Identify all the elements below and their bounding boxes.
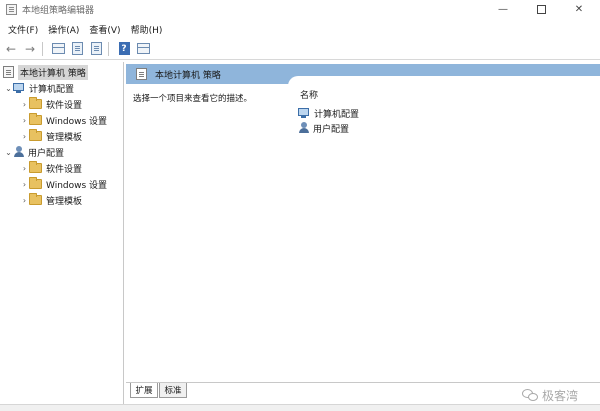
- tree-item-label: Windows 设置: [46, 180, 108, 191]
- status-bar: [0, 404, 600, 411]
- chevron-right-icon[interactable]: ›: [20, 196, 29, 205]
- chevron-right-icon[interactable]: ›: [20, 116, 29, 125]
- tree-item-label: 本地计算机 策略: [18, 64, 88, 80]
- chevron-down-icon[interactable]: ⌄: [4, 84, 13, 93]
- help-button[interactable]: ?: [116, 41, 132, 57]
- console-tree: 本地计算机 策略 ⌄ 计算机配置 › 软件设置 › Windows 设置 › 管…: [0, 62, 124, 404]
- view-button[interactable]: [135, 41, 151, 57]
- tab-standard[interactable]: 标准: [159, 383, 187, 398]
- chevron-down-icon[interactable]: ⌄: [4, 148, 13, 157]
- policy-icon: [136, 68, 147, 80]
- export-list-icon: [90, 42, 102, 55]
- tree-item-user-software[interactable]: › 软件设置: [20, 160, 82, 176]
- menu-action[interactable]: 操作(A): [43, 23, 84, 36]
- show-hide-tree-button[interactable]: [50, 41, 66, 57]
- watermark-text: 极客湾: [542, 388, 579, 403]
- view-icon: [136, 43, 150, 54]
- list-item-label: 用户配置: [313, 124, 350, 135]
- list-item-computer-config[interactable]: 计算机配置: [298, 106, 359, 120]
- minimize-button[interactable]: —: [484, 0, 522, 18]
- folder-icon: [29, 97, 42, 109]
- tree-item-label: 用户配置: [28, 148, 65, 159]
- tree-item-label: Windows 设置: [46, 116, 108, 127]
- window-title: 本地组策略编辑器: [22, 5, 95, 16]
- toolbar: ← → ?: [0, 38, 600, 60]
- back-button[interactable]: ←: [3, 41, 19, 57]
- description-text: 选择一个项目来查看它的描述。: [133, 94, 253, 104]
- computer-icon: [13, 82, 26, 94]
- chevron-right-icon[interactable]: ›: [20, 100, 29, 109]
- menu-view[interactable]: 查看(V): [84, 23, 125, 36]
- items-list: 名称 计算机配置 用户配置: [288, 76, 600, 380]
- tree-item-user-config[interactable]: ⌄ 用户配置: [4, 144, 64, 160]
- menu-file[interactable]: 文件(F): [3, 23, 43, 36]
- help-icon: ?: [118, 42, 130, 55]
- policy-icon: [3, 66, 14, 78]
- forward-button[interactable]: →: [22, 41, 38, 57]
- chevron-right-icon[interactable]: ›: [20, 180, 29, 189]
- menu-bar: 文件(F) 操作(A) 查看(V) 帮助(H): [0, 21, 600, 37]
- chat-bubbles-icon: [522, 388, 538, 402]
- chevron-right-icon[interactable]: ›: [20, 164, 29, 173]
- close-icon: ✕: [574, 3, 584, 15]
- folder-icon: [29, 113, 42, 125]
- folder-icon: [29, 177, 42, 189]
- properties-icon: [71, 42, 83, 55]
- arrow-right-icon: →: [24, 41, 36, 56]
- folder-icon: [29, 161, 42, 173]
- folder-icon: [29, 129, 42, 141]
- tree-item-root[interactable]: 本地计算机 策略: [3, 64, 88, 80]
- menu-help[interactable]: 帮助(H): [126, 23, 168, 36]
- tree-item-computer-config[interactable]: ⌄ 计算机配置: [4, 80, 74, 96]
- tree-item-label: 软件设置: [46, 100, 83, 111]
- arrow-left-icon: ←: [5, 41, 17, 56]
- tree-item-user-windows[interactable]: › Windows 设置: [20, 176, 107, 192]
- maximize-icon: [536, 4, 546, 14]
- tree-item-label: 管理模板: [46, 196, 83, 207]
- console-tree-icon: [51, 43, 65, 54]
- properties-button[interactable]: [69, 41, 85, 57]
- app-icon: [6, 3, 17, 15]
- tab-extended[interactable]: 扩展: [130, 383, 158, 398]
- computer-icon: [298, 107, 311, 119]
- toolbar-separator: [108, 41, 109, 56]
- column-header-name[interactable]: 名称: [300, 88, 318, 101]
- user-icon: [298, 122, 310, 134]
- export-list-button[interactable]: [88, 41, 104, 57]
- details-title: 本地计算机 策略: [155, 70, 221, 81]
- tree-item-label: 计算机配置: [29, 84, 75, 95]
- user-icon: [13, 146, 25, 158]
- tree-item-label: 管理模板: [46, 132, 83, 143]
- list-item-user-config[interactable]: 用户配置: [298, 121, 349, 135]
- chevron-right-icon[interactable]: ›: [20, 132, 29, 141]
- tree-item-label: 软件设置: [46, 164, 83, 175]
- folder-icon: [29, 193, 42, 205]
- maximize-button[interactable]: [522, 0, 560, 18]
- minimize-icon: —: [498, 3, 508, 15]
- description-panel: 选择一个项目来查看它的描述。: [126, 84, 288, 380]
- tree-item-computer-software[interactable]: › 软件设置: [20, 96, 82, 112]
- list-item-label: 计算机配置: [314, 109, 360, 120]
- close-button[interactable]: ✕: [560, 0, 598, 18]
- tree-item-user-admin[interactable]: › 管理模板: [20, 192, 82, 208]
- tree-item-computer-admin[interactable]: › 管理模板: [20, 128, 82, 144]
- tree-item-computer-windows[interactable]: › Windows 设置: [20, 112, 107, 128]
- toolbar-separator: [42, 41, 43, 56]
- watermark: 极客湾: [522, 385, 578, 405]
- details-pane: 本地计算机 策略 选择一个项目来查看它的描述。 名称 计算机配置 用户配置: [126, 62, 600, 380]
